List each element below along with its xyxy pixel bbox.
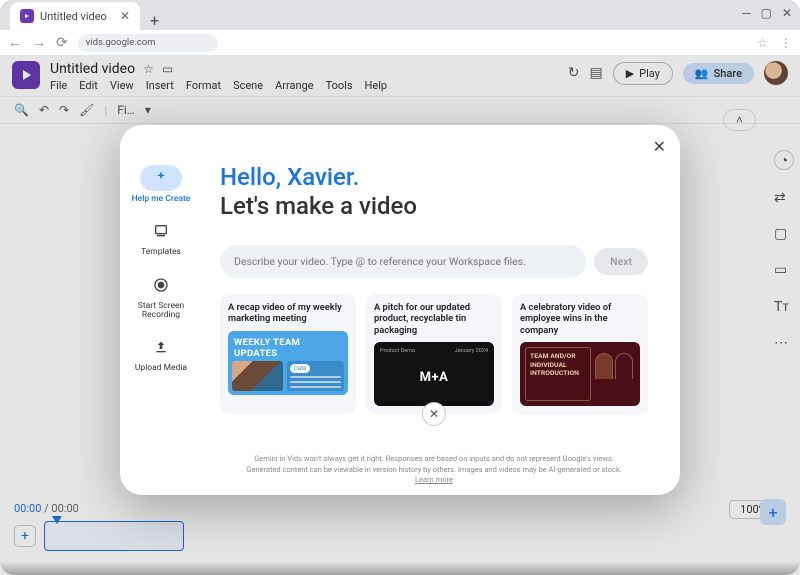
favicon [20,9,34,23]
browser-chrome: Untitled video ✕ + ─ ▢ ✕ ← → ⟳ vids.goog… [0,0,800,55]
window-shadow [0,561,800,575]
upload-icon [153,339,169,355]
back-icon[interactable]: ← [8,34,22,51]
card-thumbnail: TEAM AND/OR INDIVIDUAL INTRODUCTION [520,342,640,406]
rail-upload-media[interactable]: Upload Media [135,334,187,373]
next-button[interactable]: Next [594,248,648,275]
browser-tab[interactable]: Untitled video ✕ [10,2,140,30]
maximize-icon[interactable]: ▢ [761,6,772,20]
greeting-subtitle: Let's make a video [220,192,648,221]
greeting-hello: Hello, Xavier. [220,163,648,192]
window-controls: ─ ▢ ✕ [742,6,792,20]
tab-close-icon[interactable]: ✕ [120,9,130,23]
close-window-icon[interactable]: ✕ [782,6,792,20]
page-info-icon[interactable]: ☆ [757,36,768,50]
forward-icon[interactable]: → [32,34,46,51]
greeting: Hello, Xavier. Let's make a video [220,163,648,221]
record-icon [153,277,169,293]
tab-title: Untitled video [40,10,107,23]
minimize-icon[interactable]: ─ [742,6,751,20]
rail-start-recording[interactable]: Start Screen Recording [124,272,198,321]
help-me-create-modal: ✕ Help me Create Templates Start Screen … [120,125,680,495]
modal-side-rail: Help me Create Templates Start Screen Re… [120,125,202,495]
suggestion-card[interactable]: A recap video of my weekly marketing mee… [220,294,356,415]
rail-help-me-create[interactable]: Help me Create [132,165,191,204]
reload-icon[interactable]: ⟳ [56,35,68,51]
suggestion-row: A recap video of my weekly marketing mee… [220,294,648,415]
new-tab-button[interactable]: + [140,11,169,30]
suggestion-card[interactable]: A celebratory video of employee wins in … [512,294,648,415]
card-title: A recap video of my weekly marketing mee… [228,302,348,325]
modal-close-icon[interactable]: ✕ [653,137,666,156]
settings-icon[interactable]: ⋮ [780,36,792,50]
rail-templates[interactable]: Templates [140,218,182,257]
card-thumbnail: WEEKLY TEAM UPDATES Date [228,331,348,395]
url-text: vids.google.com [86,37,156,48]
prompt-input[interactable] [220,245,586,278]
card-title: A pitch for our updated product, recycla… [374,302,494,337]
shuffle-suggestions-icon[interactable]: ✕ [422,402,446,426]
address-bar[interactable]: vids.google.com [78,34,218,52]
templates-icon [153,223,169,239]
suggestion-card[interactable]: A pitch for our updated product, recycla… [366,294,502,415]
sparkle-icon [153,170,169,186]
learn-more-link[interactable]: Learn more [415,475,453,484]
card-thumbnail: Product DemoJanuary 2024 M+A [374,342,494,406]
card-title: A celebratory video of employee wins in … [520,302,640,337]
disclaimer: Gemini in Vids won't always get it right… [220,454,648,484]
